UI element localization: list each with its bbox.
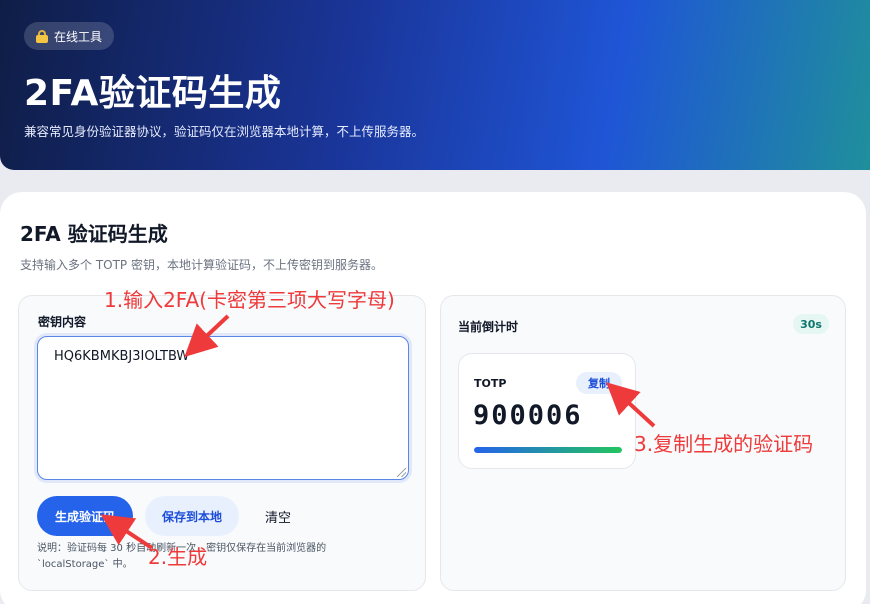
page-title: 2FA验证码生成 [24, 73, 282, 114]
totp-card: TOTP 复制 900006 [458, 353, 636, 469]
clear-button[interactable]: 清空 [253, 496, 303, 536]
generate-button[interactable]: 生成验证码 [37, 496, 133, 536]
save-local-button[interactable]: 保存到本地 [145, 496, 239, 536]
totp-code: 900006 [473, 400, 583, 431]
annotation-step3: 3.复制生成的验证码 [634, 432, 814, 456]
secret-input[interactable]: HQ6KBMKBJ3IOLTBW [37, 336, 409, 480]
tool-badge: 在线工具 [24, 22, 115, 50]
copy-button[interactable]: 复制 [576, 372, 622, 394]
card-description: 支持输入多个 TOTP 密钥，本地计算验证码，不上传密钥到服务器。 [20, 258, 383, 272]
totp-label: TOTP [474, 377, 507, 390]
card-title: 2FA 验证码生成 [20, 222, 168, 246]
tool-badge-label: 在线工具 [54, 29, 103, 44]
hero-banner: 在线工具 2FA验证码生成 兼容常见身份验证器协议，验证码仅在浏览器本地计算，不… [0, 0, 870, 170]
countdown-label: 当前倒计时 [458, 320, 519, 334]
resize-handle[interactable] [397, 468, 406, 477]
countdown-badge: 30s [793, 314, 829, 334]
secret-panel: 密钥内容 HQ6KBMKBJ3IOLTBW 生成验证码 保存到本地 清空 说明：… [18, 295, 426, 591]
secret-label: 密钥内容 [38, 315, 87, 329]
annotation-step1: 1.输入2FA(卡密第三项大写字母) [104, 288, 395, 312]
page-subtitle: 兼容常见身份验证器协议，验证码仅在浏览器本地计算，不上传服务器。 [24, 124, 425, 139]
generator-card: 2FA 验证码生成 支持输入多个 TOTP 密钥，本地计算验证码，不上传密钥到服… [0, 192, 866, 604]
annotation-step2: 2.生成 [148, 545, 208, 569]
lock-icon [36, 29, 48, 43]
countdown-progress [474, 447, 622, 453]
countdown-progress-fill [474, 447, 622, 453]
